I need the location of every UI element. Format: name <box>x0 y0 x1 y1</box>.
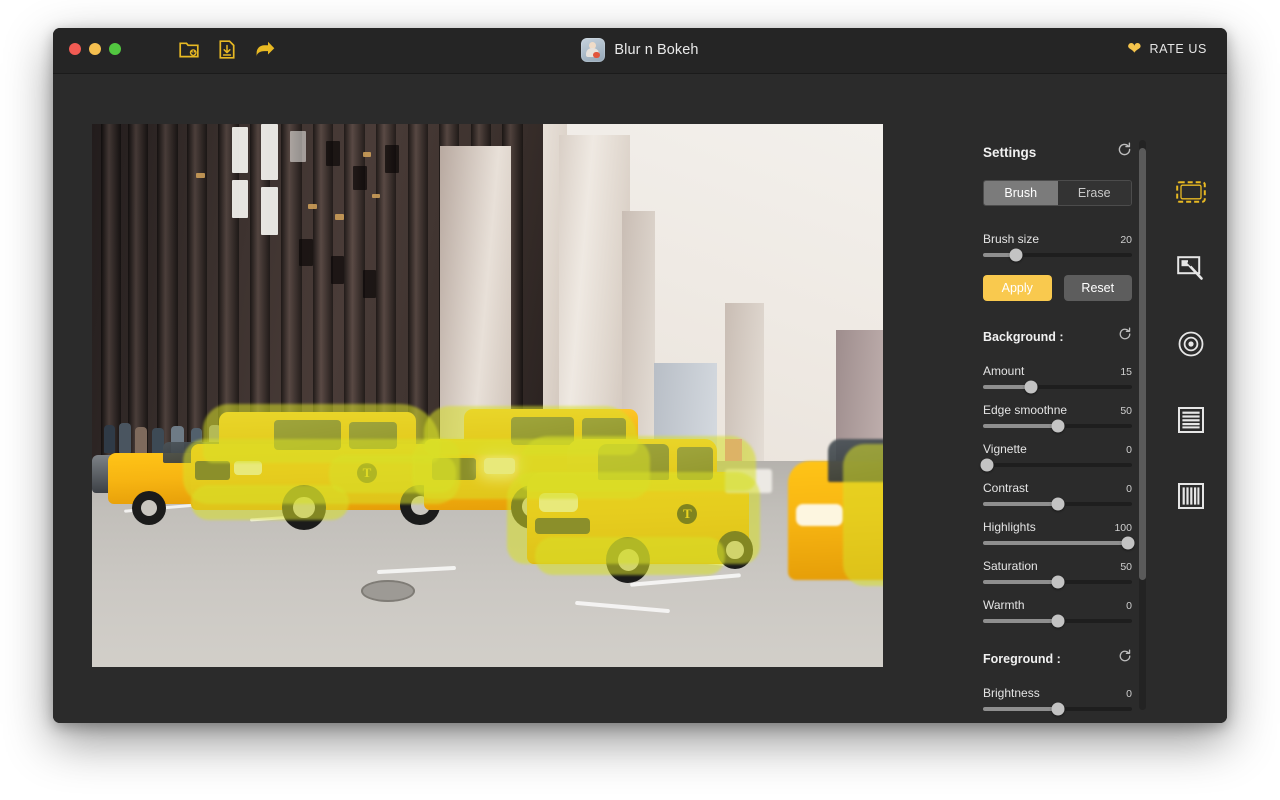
bg-warmth-slider[interactable] <box>983 619 1132 623</box>
settings-content: Settings Brush Erase <box>928 120 1154 711</box>
linear-blur-tool[interactable] <box>1154 395 1227 445</box>
rate-us-label: RATE US <box>1150 42 1207 56</box>
foreground-title: Foreground : <box>983 652 1061 666</box>
bg-slider-row: Warmth 0 <box>983 598 1132 623</box>
pedestrian <box>135 427 147 454</box>
rectangle-select-tool[interactable] <box>1154 167 1227 217</box>
bg-slider-row: Edge smoothne 50 <box>983 403 1132 428</box>
bg-amount-slider[interactable] <box>983 385 1132 389</box>
apply-reset-row: Apply Reset <box>983 275 1132 301</box>
close-window-button[interactable] <box>69 43 81 55</box>
settings-reset-icon[interactable] <box>1117 142 1132 162</box>
rectangle-select-icon <box>1176 181 1206 203</box>
open-image-button[interactable] <box>178 36 200 62</box>
bg-contrast-value: 0 <box>1126 483 1132 495</box>
brush-mask-stroke <box>191 485 349 520</box>
motion-blur-icon <box>1178 483 1204 509</box>
bg-contrast-label: Contrast <box>983 481 1028 495</box>
bg-warmth-value: 0 <box>1126 600 1132 612</box>
tower <box>559 135 630 450</box>
fg-brightness-label: Brightness <box>983 686 1040 700</box>
pedestrian <box>152 428 164 454</box>
bg-saturation-value: 50 <box>1120 561 1132 573</box>
pedestrian <box>119 423 131 453</box>
brush-mode-button[interactable]: Brush <box>984 181 1058 205</box>
foreground-reset-icon[interactable] <box>1118 649 1132 668</box>
brush-mask-stroke <box>843 444 883 585</box>
fg-slider-row: Brightness 0 <box>983 686 1132 711</box>
bg-vignette-value: 0 <box>1126 444 1132 456</box>
bg-edge-smoothness-value: 50 <box>1120 405 1132 417</box>
bg-slider-row: Vignette 0 <box>983 442 1132 467</box>
fg-brightness-value: 0 <box>1126 688 1132 700</box>
heart-icon: ❤ <box>1127 40 1141 57</box>
bg-amount-label: Amount <box>983 364 1024 378</box>
window-controls <box>69 43 121 55</box>
open-image-icon <box>179 40 199 59</box>
reset-button[interactable]: Reset <box>1064 275 1133 301</box>
settings-panel: Settings Brush Erase <box>928 120 1154 723</box>
bg-slider-row: Contrast 0 <box>983 481 1132 506</box>
bg-contrast-slider[interactable] <box>983 502 1132 506</box>
pedestrian <box>104 425 115 452</box>
tool-rail <box>1154 120 1227 723</box>
titlebar: Blur n Bokeh ❤ RATE US <box>53 28 1227 74</box>
headlamp <box>796 504 843 526</box>
bg-highlights-slider[interactable] <box>983 541 1132 545</box>
linear-blur-icon <box>1178 407 1204 433</box>
app-window: Blur n Bokeh ❤ RATE US <box>53 28 1227 723</box>
brush-erase-toggle[interactable]: Brush Erase <box>983 180 1132 206</box>
maximize-window-button[interactable] <box>109 43 121 55</box>
background-reset-icon[interactable] <box>1118 327 1132 346</box>
bg-vignette-label: Vignette <box>983 442 1027 456</box>
window-body: T T <box>53 74 1227 723</box>
bg-amount-value: 15 <box>1120 366 1132 378</box>
bg-slider-row: Highlights 100 <box>983 520 1132 545</box>
foreground-section-header: Foreground : <box>928 649 1154 668</box>
brush-size-slider[interactable] <box>983 253 1132 257</box>
motion-blur-tool[interactable] <box>1154 471 1227 521</box>
bg-slider-row: Saturation 50 <box>983 559 1132 584</box>
settings-scrollbar-thumb[interactable] <box>1139 148 1146 580</box>
share-image-icon <box>255 40 276 59</box>
save-image-icon <box>219 40 235 59</box>
bg-vignette-slider[interactable] <box>983 463 1132 467</box>
fg-brightness-slider[interactable] <box>983 707 1132 711</box>
app-icon <box>581 38 605 62</box>
settings-title: Settings <box>983 145 1036 160</box>
magic-wand-icon <box>1177 256 1204 281</box>
bg-highlights-value: 100 <box>1114 522 1132 534</box>
bg-warmth-label: Warmth <box>983 598 1025 612</box>
background-section-header: Background : <box>928 327 1154 346</box>
share-image-button[interactable] <box>254 36 276 62</box>
titlebar-toolbar <box>178 36 276 62</box>
bg-slider-row: Amount 15 <box>983 364 1132 389</box>
brush-size-value: 20 <box>1120 234 1132 246</box>
brush-size-slider-row: Brush size 20 <box>983 232 1132 257</box>
bg-saturation-label: Saturation <box>983 559 1038 573</box>
bg-edge-smoothness-slider[interactable] <box>983 424 1132 428</box>
magic-wand-tool[interactable] <box>1154 243 1227 293</box>
image-canvas[interactable]: T T <box>92 124 883 667</box>
radial-blur-tool[interactable] <box>1154 319 1227 369</box>
photo-content: T T <box>92 124 883 667</box>
app-title: Blur n Bokeh <box>614 42 698 58</box>
background-title: Background : <box>983 330 1064 344</box>
rate-us-button[interactable]: ❤ RATE US <box>1127 40 1207 57</box>
radial-blur-icon <box>1178 331 1204 357</box>
brush-mask-stroke <box>535 537 725 575</box>
bg-saturation-slider[interactable] <box>983 580 1132 584</box>
apply-button[interactable]: Apply <box>983 275 1052 301</box>
settings-header: Settings <box>928 142 1154 162</box>
bg-highlights-label: Highlights <box>983 520 1036 534</box>
minimize-window-button[interactable] <box>89 43 101 55</box>
bg-edge-smoothness-label: Edge smoothne <box>983 403 1067 417</box>
save-image-button[interactable] <box>216 36 238 62</box>
erase-mode-button[interactable]: Erase <box>1058 181 1132 205</box>
settings-scrollbar[interactable] <box>1139 140 1146 710</box>
brush-size-label: Brush size <box>983 232 1039 246</box>
